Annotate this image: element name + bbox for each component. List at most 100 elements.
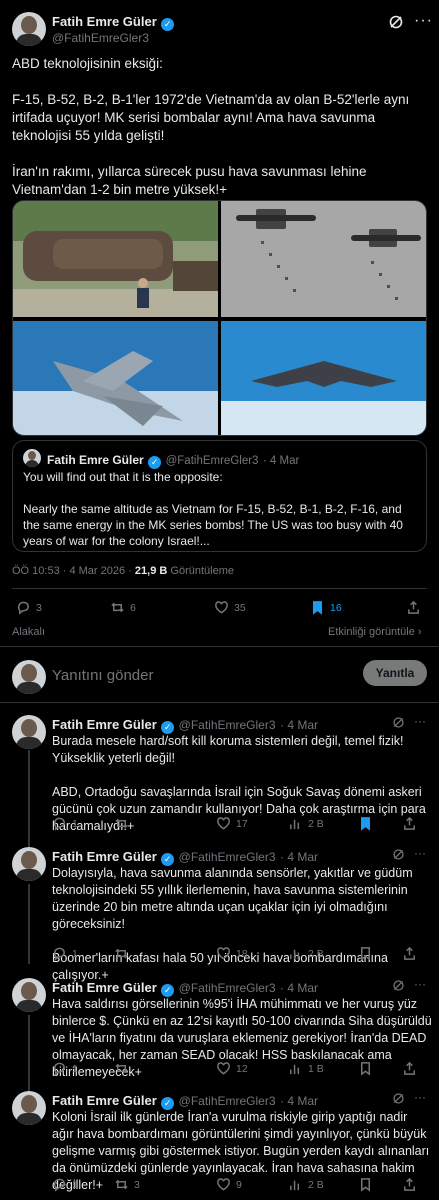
divider bbox=[12, 588, 427, 589]
repost-count: 3 bbox=[134, 1178, 140, 1191]
repost-icon bbox=[111, 602, 124, 613]
reply-header: Fatih Emre Güler ✓ @FatihEmreGler3 · 4 M… bbox=[52, 1092, 318, 1110]
reply-button[interactable]: 1 bbox=[52, 1177, 78, 1192]
grok-icon[interactable] bbox=[392, 848, 405, 866]
bookmark-button[interactable] bbox=[358, 816, 373, 831]
repost-icon bbox=[115, 818, 128, 829]
quote-tweet[interactable]: Fatih Emre Güler ✓ @FatihEmreGler3 · 4 M… bbox=[12, 440, 427, 552]
author-handle[interactable]: @FatihEmreGler3 bbox=[52, 31, 149, 45]
share-icon bbox=[404, 1177, 415, 1191]
reply-button[interactable]: 1 bbox=[52, 1061, 78, 1076]
quote-date: · 4 Mar bbox=[262, 455, 300, 467]
more-icon[interactable]: ··· bbox=[414, 977, 426, 991]
bookmark-button[interactable]: 16 bbox=[310, 600, 342, 615]
repost-button[interactable] bbox=[114, 946, 134, 961]
more-icon[interactable]: ··· bbox=[414, 12, 433, 30]
reply-avatar[interactable] bbox=[12, 847, 46, 881]
repost-icon bbox=[115, 948, 128, 959]
views-button[interactable]: 2 B bbox=[288, 816, 324, 831]
reply-input[interactable]: Yanıtını gönder bbox=[52, 667, 153, 684]
like-button[interactable]: 17 bbox=[216, 816, 248, 831]
reply-submit-button[interactable]: Yanıtla bbox=[363, 660, 427, 686]
view-engagement-link[interactable]: Etkinliği görüntüle › bbox=[328, 626, 422, 638]
share-button[interactable] bbox=[402, 816, 417, 831]
bookmark-icon bbox=[361, 947, 370, 961]
verified-icon: ✓ bbox=[148, 456, 162, 469]
main-action-bar: 3 6 35 16 bbox=[12, 598, 427, 618]
reply-author-handle[interactable]: @FatihEmreGler3 bbox=[179, 1094, 276, 1108]
media-grid[interactable] bbox=[12, 200, 427, 436]
share-icon bbox=[404, 1061, 415, 1075]
tweet-timestamp: ÖÖ 10:53 · 4 Mar 2026 · 21,9 B Görüntüle… bbox=[12, 565, 234, 577]
repost-button[interactable] bbox=[114, 816, 134, 831]
reply-date[interactable]: · 4 Mar bbox=[280, 1094, 318, 1108]
grok-icon[interactable] bbox=[392, 1092, 405, 1110]
heart-icon bbox=[217, 1178, 230, 1191]
views-button[interactable]: 2 B bbox=[288, 946, 324, 961]
reply-button[interactable]: 1 bbox=[52, 816, 78, 831]
share-button[interactable] bbox=[406, 600, 421, 615]
views-count: 1 B bbox=[308, 1062, 324, 1075]
views-button[interactable]: 1 B bbox=[288, 1061, 324, 1076]
repost-button[interactable]: 6 bbox=[110, 600, 136, 615]
share-button[interactable] bbox=[402, 1061, 417, 1076]
views-button[interactable]: 2 B bbox=[288, 1177, 324, 1192]
like-button[interactable]: 18 bbox=[216, 946, 248, 961]
media-image-f15[interactable] bbox=[13, 321, 218, 435]
like-button[interactable]: 9 bbox=[216, 1177, 242, 1192]
heart-icon bbox=[215, 601, 228, 614]
media-image-b52[interactable] bbox=[221, 201, 426, 317]
reply-author-name[interactable]: Fatih Emre Güler bbox=[52, 849, 157, 864]
author-name[interactable]: Fatih Emre Güler bbox=[52, 14, 157, 29]
like-count: 17 bbox=[236, 817, 248, 830]
media-image-wreck[interactable] bbox=[13, 201, 218, 317]
views-icon bbox=[290, 819, 300, 830]
main-tweet-text: ABD teknolojisinin eksiği: F-15, B-52, B… bbox=[12, 56, 410, 197]
reply-icon bbox=[17, 601, 29, 615]
share-icon bbox=[408, 600, 419, 614]
reply-icon bbox=[53, 947, 65, 961]
reply-action-bar: 1 3 9 2 B bbox=[52, 1177, 427, 1193]
reply-date[interactable]: · 4 Mar bbox=[280, 850, 318, 864]
reply-author-handle[interactable]: @FatihEmreGler3 bbox=[179, 718, 276, 732]
views-count: 2 B bbox=[308, 817, 324, 830]
tweet-time[interactable]: ÖÖ 10:53 · 4 Mar 2026 · bbox=[12, 565, 132, 577]
quote-header: Fatih Emre Güler ✓ @FatihEmreGler3 · 4 M… bbox=[47, 451, 299, 469]
reply-avatar[interactable] bbox=[12, 1091, 46, 1125]
reply-author-name[interactable]: Fatih Emre Güler bbox=[52, 1093, 157, 1108]
like-button[interactable]: 35 bbox=[214, 600, 246, 615]
reply-avatar[interactable] bbox=[12, 978, 46, 1012]
repost-button[interactable] bbox=[114, 1061, 134, 1076]
grok-icon[interactable] bbox=[388, 14, 404, 35]
like-count: 18 bbox=[236, 947, 248, 960]
bookmark-button[interactable] bbox=[358, 946, 373, 961]
reply-author-handle[interactable]: @FatihEmreGler3 bbox=[179, 850, 276, 864]
more-icon[interactable]: ··· bbox=[414, 846, 426, 860]
related-label[interactable]: Alakalı bbox=[12, 626, 45, 638]
reply-header: Fatih Emre Güler ✓ @FatihEmreGler3 · 4 M… bbox=[52, 716, 318, 734]
grok-icon[interactable] bbox=[392, 979, 405, 997]
more-icon[interactable]: ··· bbox=[414, 714, 426, 728]
like-button[interactable]: 12 bbox=[216, 1061, 248, 1076]
like-count: 35 bbox=[234, 601, 246, 614]
reply-button[interactable]: 3 bbox=[16, 600, 42, 615]
reply-avatar[interactable] bbox=[12, 715, 46, 749]
share-button[interactable] bbox=[402, 946, 417, 961]
quote-avatar bbox=[23, 449, 41, 467]
grok-icon[interactable] bbox=[392, 716, 405, 734]
more-icon[interactable]: ··· bbox=[414, 1090, 426, 1104]
share-button[interactable] bbox=[402, 1177, 417, 1192]
reply-author-name[interactable]: Fatih Emre Güler bbox=[52, 717, 157, 732]
reply-author-name[interactable]: Fatih Emre Güler bbox=[52, 980, 157, 995]
reply-author-handle[interactable]: @FatihEmreGler3 bbox=[179, 981, 276, 995]
bookmark-button[interactable] bbox=[358, 1177, 373, 1192]
media-image-b2[interactable] bbox=[221, 321, 426, 435]
author-avatar[interactable] bbox=[12, 12, 46, 46]
reply-icon bbox=[53, 1062, 65, 1076]
views-label: Görüntüleme bbox=[170, 565, 234, 577]
reply-date[interactable]: · 4 Mar bbox=[280, 981, 318, 995]
reply-button[interactable]: 1 bbox=[52, 946, 78, 961]
repost-button[interactable]: 3 bbox=[114, 1177, 140, 1192]
bookmark-button[interactable] bbox=[358, 1061, 373, 1076]
reply-date[interactable]: · 4 Mar bbox=[280, 718, 318, 732]
